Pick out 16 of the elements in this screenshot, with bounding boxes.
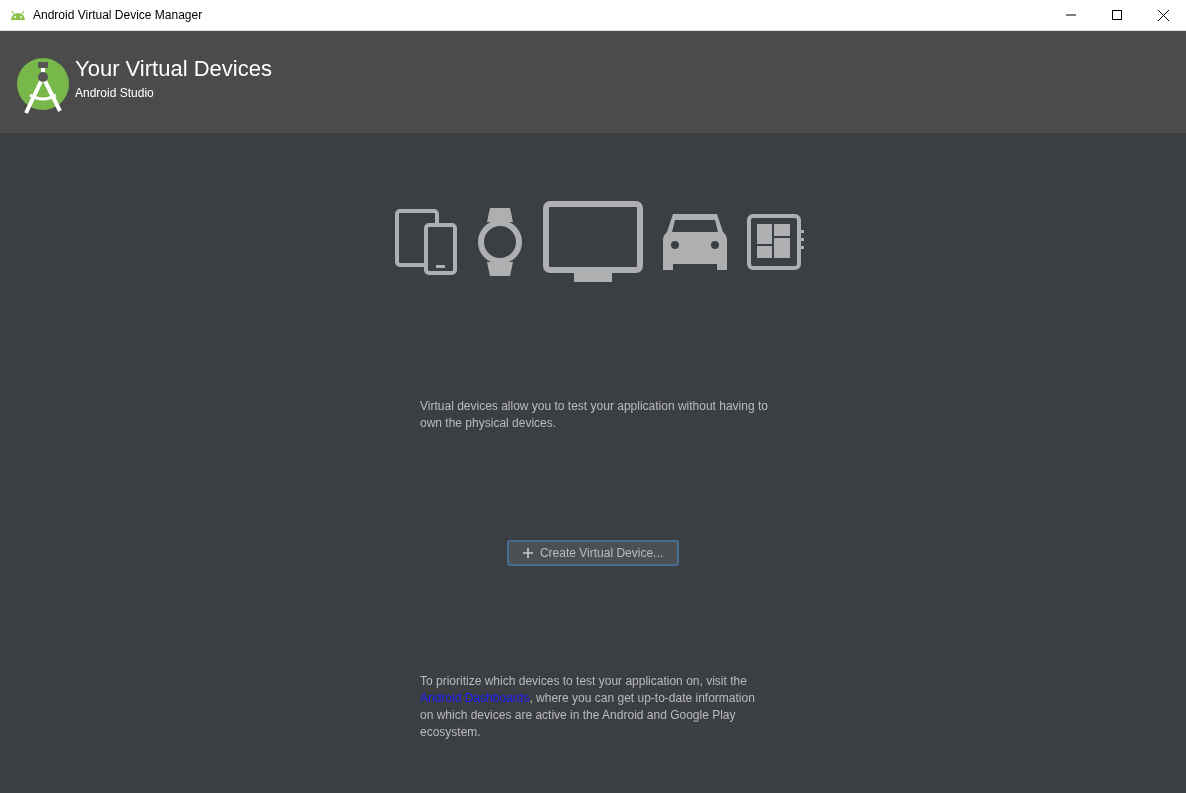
create-virtual-device-button[interactable]: Create Virtual Device... [506, 540, 680, 566]
dashboard-info-text: To prioritize which devices to test your application on, visit the Android Dashboards, where you can get up-to-date information on which devices are active in the Android and Google Play ecosystem. [420, 673, 756, 741]
tablet-and-phone-icon [395, 209, 457, 275]
intro-text: Virtual devices allow you to test your application without having to own the physical devices. [420, 398, 769, 432]
page-title: Your Virtual Devices [75, 56, 272, 82]
android-icon [9, 10, 27, 20]
car-icon [663, 212, 727, 272]
android-studio-logo-icon [16, 55, 70, 117]
window-title: Android Virtual Device Manager [33, 8, 203, 22]
monitor-icon [543, 201, 643, 283]
maximize-icon [1112, 10, 1122, 20]
page-subtitle: Android Studio [75, 86, 155, 100]
dashboard-panel-icon [747, 214, 805, 270]
plus-icon [522, 548, 533, 558]
close-icon [1157, 9, 1169, 21]
smartwatch-icon [477, 208, 523, 276]
